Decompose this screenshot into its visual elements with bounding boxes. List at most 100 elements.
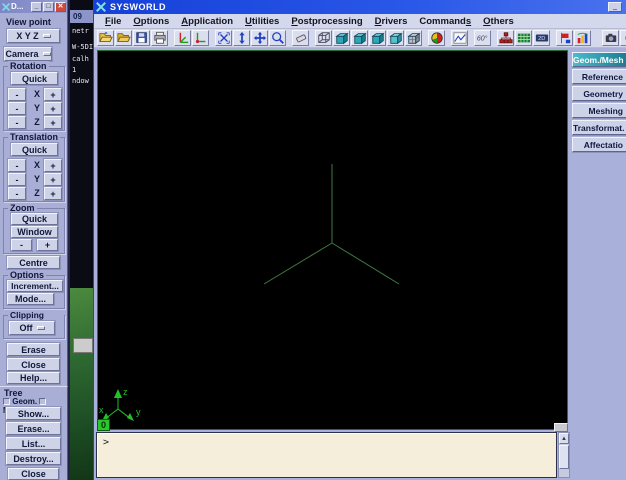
zoom-icon[interactable] [269, 30, 286, 46]
solid-cube-icon[interactable] [387, 30, 404, 46]
translation-group: Translation Quick - X + - Y + - Z + [3, 137, 65, 202]
tree-destroy-button[interactable]: Destroy... [6, 452, 61, 465]
eraser-icon[interactable] [292, 30, 309, 46]
clipping-plane-dropdown[interactable]: Off [9, 321, 55, 335]
open-icon[interactable] [97, 30, 114, 46]
command-console[interactable]: > [96, 432, 557, 478]
3d-viewport[interactable]: z x y [97, 50, 568, 430]
save-icon[interactable] [133, 30, 150, 46]
x11-logo-icon [2, 3, 10, 11]
solid-cube-icon[interactable] [333, 30, 350, 46]
scrollbar-corner[interactable] [554, 423, 568, 432]
tree-structure-icon[interactable] [497, 30, 514, 46]
tree-erase-button[interactable]: Erase... [6, 422, 61, 435]
translate-x-plus-button[interactable]: + [44, 159, 62, 172]
terminal-text: netr [72, 27, 89, 35]
increment-button[interactable]: Increment... [7, 280, 63, 292]
magenta-circle-icon[interactable] [620, 30, 626, 46]
translation-x-label: X [31, 160, 43, 170]
tree-show-button[interactable]: Show... [6, 407, 61, 420]
menu-options[interactable]: Options [127, 16, 175, 27]
erase-button[interactable]: Erase [7, 343, 60, 356]
menu-others[interactable]: Others [477, 16, 520, 27]
zoom-quick-button[interactable]: Quick [11, 213, 58, 225]
scroll-up-icon[interactable]: ▲ [559, 433, 569, 444]
material-sphere-icon[interactable] [428, 30, 445, 46]
curve-plot-icon[interactable] [451, 30, 468, 46]
panel-titlebar[interactable]: D... _ □ ✕ [0, 0, 67, 13]
rotation-y-label: Y [31, 103, 43, 113]
flag-icon[interactable] [556, 30, 573, 46]
scrollbar-thumb[interactable] [559, 445, 569, 469]
maximize-icon[interactable]: □ [43, 2, 54, 12]
panel-button-transformation[interactable]: Transformat. [572, 120, 626, 135]
menubar: File Options Application Utilities Postp… [94, 14, 626, 29]
rotate-z-minus-button[interactable]: - [8, 116, 26, 129]
mesh-grid-icon[interactable] [515, 30, 532, 46]
geom-checkbox-label: Geom. [12, 397, 37, 406]
fit-view-icon[interactable] [215, 30, 232, 46]
terminal-text: calh [72, 55, 89, 63]
rotate-y-plus-button[interactable]: + [44, 102, 62, 115]
mesh-cube-icon[interactable] [405, 30, 422, 46]
rotate-x-plus-button[interactable]: + [44, 88, 62, 101]
translate-y-minus-button[interactable]: - [8, 173, 26, 186]
panel-button-meshing[interactable]: Meshing [572, 103, 626, 118]
rotation-quick-button[interactable]: Quick [11, 72, 58, 85]
menu-commands[interactable]: Commands [413, 16, 477, 27]
menu-indicator-icon [37, 326, 45, 330]
help-button[interactable]: Help... [7, 372, 60, 384]
menu-utilities[interactable]: Utilities [239, 16, 285, 27]
close-icon[interactable]: ✕ [55, 2, 66, 12]
camera-icon[interactable] [602, 30, 619, 46]
minimize-button[interactable]: _ [608, 2, 622, 12]
centre-button[interactable]: Centre [7, 256, 60, 269]
menu-drivers[interactable]: Drivers [369, 16, 414, 27]
mode-button[interactable]: Mode... [7, 293, 54, 305]
bar-chart-icon[interactable] [574, 30, 591, 46]
console-scrollbar[interactable]: ▲ [558, 432, 570, 478]
translation-quick-button[interactable]: Quick [11, 143, 58, 156]
terminal-text: W-5DI [72, 43, 93, 51]
tree-close-button[interactable]: Close [8, 468, 59, 480]
solid-cube-icon[interactable] [369, 30, 386, 46]
translate-z-minus-button[interactable]: - [8, 187, 26, 200]
panel-button-affectation[interactable]: Affectatio [572, 137, 626, 152]
local-frame-icon[interactable] [192, 30, 209, 46]
angle-measure-icon[interactable]: 60° [474, 30, 491, 46]
minimize-icon[interactable]: _ [31, 2, 42, 12]
translate-x-minus-button[interactable]: - [8, 159, 26, 172]
desktop-wallpaper [70, 288, 93, 480]
window-titlebar[interactable]: SYSWORLD _ [94, 0, 626, 14]
zoom-window-button[interactable]: Window [11, 226, 58, 238]
menu-postprocessing[interactable]: Postprocessing [285, 16, 368, 27]
rotate-y-minus-button[interactable]: - [8, 102, 26, 115]
folder-icon[interactable] [115, 30, 132, 46]
xyz-viewpoint-button[interactable]: X Y Z [7, 29, 60, 43]
vertical-pan-icon[interactable] [233, 30, 250, 46]
menu-application[interactable]: Application [175, 16, 239, 27]
zoom-out-button[interactable]: - [11, 239, 32, 251]
tree-list-button[interactable]: List... [6, 437, 61, 450]
close-button[interactable]: Close [7, 358, 60, 371]
panel-button-geom-mesh[interactable]: Geom./Mesh [572, 52, 626, 67]
translate-z-plus-button[interactable]: + [44, 187, 62, 200]
pan-icon[interactable] [251, 30, 268, 46]
rotate-z-plus-button[interactable]: + [44, 116, 62, 129]
triad-x-label: x [99, 405, 104, 415]
xyz-label: X Y Z [16, 31, 38, 41]
wireframe-box-icon[interactable] [315, 30, 332, 46]
viewpoint-axes-icon[interactable] [174, 30, 191, 46]
geom-checkbox[interactable]: Geom. [3, 397, 37, 406]
menu-file[interactable]: File [99, 16, 127, 27]
panel-button-geometry[interactable]: Geometry [572, 86, 626, 101]
camera-button[interactable]: Camera [4, 47, 52, 61]
panel-button-reference[interactable]: Reference [572, 69, 626, 84]
translate-y-plus-button[interactable]: + [44, 173, 62, 186]
print-icon[interactable] [151, 30, 168, 46]
rotate-x-minus-button[interactable]: - [8, 88, 26, 101]
zoom-in-button[interactable]: + [37, 239, 58, 251]
tag-2d-icon[interactable]: 2D [533, 30, 550, 46]
solid-cube-icon[interactable] [351, 30, 368, 46]
rotation-group: Rotation Quick - X + - Y + - Z + [3, 66, 65, 131]
